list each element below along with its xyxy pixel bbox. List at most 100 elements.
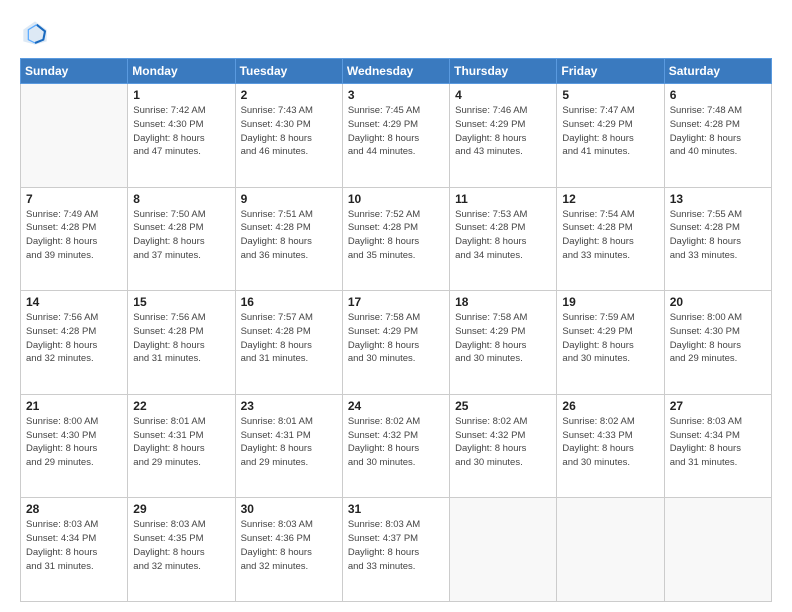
calendar-cell: 19Sunrise: 7:59 AM Sunset: 4:29 PM Dayli… — [557, 291, 664, 395]
calendar-cell: 27 Sunrise: 8:03 AM Sunset: 4:34 PM Dayli… — [664, 394, 771, 498]
day-info: Sunrise: 8:02 AM Sunset: 4:33 PM Dayligh… — [562, 415, 658, 470]
calendar-header-row: SundayMondayTuesdayWednesdayThursdayFrid… — [21, 59, 772, 84]
calendar-cell: 29 Sunrise: 8:03 AM Sunset: 4:35 PM Dayli… — [128, 498, 235, 602]
calendar-header-friday: Friday — [557, 59, 664, 84]
day-info: Sunrise: 8:02 AM Sunset: 4:32 PM Dayligh… — [455, 415, 551, 470]
calendar-cell: 10 Sunrise: 7:52 AM Sunset: 4:28 PM Dayli… — [342, 187, 449, 291]
day-info: Sunrise: 7:56 AM Sunset: 4:28 PM Dayligh… — [133, 311, 229, 366]
calendar-cell: 25 Sunrise: 8:02 AM Sunset: 4:32 PM Dayli… — [450, 394, 557, 498]
day-info: Sunrise: 8:01 AM Sunset: 4:31 PM Dayligh… — [241, 415, 337, 470]
calendar-cell: 9 Sunrise: 7:51 AM Sunset: 4:28 PM Daylig… — [235, 187, 342, 291]
calendar-week-row: 14 Sunrise: 7:56 AM Sunset: 4:28 PM Dayli… — [21, 291, 772, 395]
day-number: 20 — [670, 295, 766, 309]
day-info: Sunrise: 8:01 AM Sunset: 4:31 PM Dayligh… — [133, 415, 229, 470]
day-number: 5 — [562, 88, 658, 102]
calendar-cell: 20Sunrise: 8:00 AM Sunset: 4:30 PM Dayli… — [664, 291, 771, 395]
day-info: Sunrise: 7:49 AM Sunset: 4:28 PM Dayligh… — [26, 208, 122, 263]
day-number: 23 — [241, 399, 337, 413]
calendar-cell: 7 Sunrise: 7:49 AM Sunset: 4:28 PM Daylig… — [21, 187, 128, 291]
day-info: Sunrise: 7:53 AM Sunset: 4:28 PM Dayligh… — [455, 208, 551, 263]
calendar-header-sunday: Sunday — [21, 59, 128, 84]
day-number: 30 — [241, 502, 337, 516]
calendar-cell: 11 Sunrise: 7:53 AM Sunset: 4:28 PM Dayli… — [450, 187, 557, 291]
calendar-cell — [450, 498, 557, 602]
day-info: Sunrise: 7:45 AM Sunset: 4:29 PM Dayligh… — [348, 104, 444, 159]
day-number: 24 — [348, 399, 444, 413]
day-number: 16 — [241, 295, 337, 309]
day-info: Sunrise: 7:59 AM Sunset: 4:29 PM Dayligh… — [562, 311, 658, 366]
calendar-cell: 26 Sunrise: 8:02 AM Sunset: 4:33 PM Dayli… — [557, 394, 664, 498]
day-number: 8 — [133, 192, 229, 206]
calendar-cell: 4Sunrise: 7:46 AM Sunset: 4:29 PM Daylig… — [450, 84, 557, 188]
calendar-cell: 17 Sunrise: 7:58 AM Sunset: 4:29 PM Dayli… — [342, 291, 449, 395]
calendar-header-saturday: Saturday — [664, 59, 771, 84]
calendar-header-wednesday: Wednesday — [342, 59, 449, 84]
day-info: Sunrise: 7:47 AM Sunset: 4:29 PM Dayligh… — [562, 104, 658, 159]
calendar-cell: 12 Sunrise: 7:54 AM Sunset: 4:28 PM Dayli… — [557, 187, 664, 291]
day-info: Sunrise: 7:42 AM Sunset: 4:30 PM Dayligh… — [133, 104, 229, 159]
day-info: Sunrise: 7:50 AM Sunset: 4:28 PM Dayligh… — [133, 208, 229, 263]
day-number: 15 — [133, 295, 229, 309]
calendar-week-row: 28 Sunrise: 8:03 AM Sunset: 4:34 PM Dayli… — [21, 498, 772, 602]
calendar-cell: 13Sunrise: 7:55 AM Sunset: 4:28 PM Dayli… — [664, 187, 771, 291]
day-info: Sunrise: 8:03 AM Sunset: 4:37 PM Dayligh… — [348, 518, 444, 573]
day-number: 28 — [26, 502, 122, 516]
day-number: 22 — [133, 399, 229, 413]
calendar-cell: 28 Sunrise: 8:03 AM Sunset: 4:34 PM Dayli… — [21, 498, 128, 602]
day-number: 29 — [133, 502, 229, 516]
day-number: 2 — [241, 88, 337, 102]
calendar-cell — [557, 498, 664, 602]
day-info: Sunrise: 8:02 AM Sunset: 4:32 PM Dayligh… — [348, 415, 444, 470]
day-number: 27 — [670, 399, 766, 413]
day-number: 25 — [455, 399, 551, 413]
day-number: 31 — [348, 502, 444, 516]
day-info: Sunrise: 7:56 AM Sunset: 4:28 PM Dayligh… — [26, 311, 122, 366]
day-number: 12 — [562, 192, 658, 206]
calendar-header-monday: Monday — [128, 59, 235, 84]
calendar-week-row: 1 Sunrise: 7:42 AM Sunset: 4:30 PM Daylig… — [21, 84, 772, 188]
day-info: Sunrise: 7:52 AM Sunset: 4:28 PM Dayligh… — [348, 208, 444, 263]
day-number: 1 — [133, 88, 229, 102]
day-info: Sunrise: 7:58 AM Sunset: 4:29 PM Dayligh… — [348, 311, 444, 366]
calendar-header-thursday: Thursday — [450, 59, 557, 84]
day-number: 7 — [26, 192, 122, 206]
day-info: Sunrise: 7:43 AM Sunset: 4:30 PM Dayligh… — [241, 104, 337, 159]
day-number: 17 — [348, 295, 444, 309]
calendar-cell: 18 Sunrise: 7:58 AM Sunset: 4:29 PM Dayli… — [450, 291, 557, 395]
calendar-cell: 1 Sunrise: 7:42 AM Sunset: 4:30 PM Daylig… — [128, 84, 235, 188]
day-info: Sunrise: 7:58 AM Sunset: 4:29 PM Dayligh… — [455, 311, 551, 366]
day-info: Sunrise: 8:03 AM Sunset: 4:36 PM Dayligh… — [241, 518, 337, 573]
calendar-cell: 3 Sunrise: 7:45 AM Sunset: 4:29 PM Daylig… — [342, 84, 449, 188]
day-number: 18 — [455, 295, 551, 309]
day-number: 11 — [455, 192, 551, 206]
calendar-cell: 21 Sunrise: 8:00 AM Sunset: 4:30 PM Dayli… — [21, 394, 128, 498]
day-info: Sunrise: 7:46 AM Sunset: 4:29 PM Dayligh… — [455, 104, 551, 159]
day-info: Sunrise: 8:03 AM Sunset: 4:34 PM Dayligh… — [670, 415, 766, 470]
calendar-cell — [21, 84, 128, 188]
calendar-cell: 22 Sunrise: 8:01 AM Sunset: 4:31 PM Dayli… — [128, 394, 235, 498]
day-info: Sunrise: 8:00 AM Sunset: 4:30 PM Dayligh… — [26, 415, 122, 470]
day-info: Sunrise: 7:54 AM Sunset: 4:28 PM Dayligh… — [562, 208, 658, 263]
day-number: 3 — [348, 88, 444, 102]
day-number: 21 — [26, 399, 122, 413]
day-number: 10 — [348, 192, 444, 206]
day-info: Sunrise: 7:55 AM Sunset: 4:28 PM Dayligh… — [670, 208, 766, 263]
day-number: 9 — [241, 192, 337, 206]
logo — [20, 18, 54, 48]
calendar-cell: 8 Sunrise: 7:50 AM Sunset: 4:28 PM Daylig… — [128, 187, 235, 291]
day-number: 14 — [26, 295, 122, 309]
day-info: Sunrise: 7:48 AM Sunset: 4:28 PM Dayligh… — [670, 104, 766, 159]
day-number: 26 — [562, 399, 658, 413]
calendar-cell: 30 Sunrise: 8:03 AM Sunset: 4:36 PM Dayli… — [235, 498, 342, 602]
day-number: 6 — [670, 88, 766, 102]
day-info: Sunrise: 8:03 AM Sunset: 4:34 PM Dayligh… — [26, 518, 122, 573]
day-info: Sunrise: 7:51 AM Sunset: 4:28 PM Dayligh… — [241, 208, 337, 263]
calendar-cell: 16 Sunrise: 7:57 AM Sunset: 4:28 PM Dayli… — [235, 291, 342, 395]
calendar-header-tuesday: Tuesday — [235, 59, 342, 84]
day-info: Sunrise: 7:57 AM Sunset: 4:28 PM Dayligh… — [241, 311, 337, 366]
day-info: Sunrise: 8:03 AM Sunset: 4:35 PM Dayligh… — [133, 518, 229, 573]
calendar-cell: 6 Sunrise: 7:48 AM Sunset: 4:28 PM Daylig… — [664, 84, 771, 188]
page: SundayMondayTuesdayWednesdayThursdayFrid… — [0, 0, 792, 612]
calendar-cell: 24 Sunrise: 8:02 AM Sunset: 4:32 PM Dayli… — [342, 394, 449, 498]
calendar-cell: 2 Sunrise: 7:43 AM Sunset: 4:30 PM Daylig… — [235, 84, 342, 188]
